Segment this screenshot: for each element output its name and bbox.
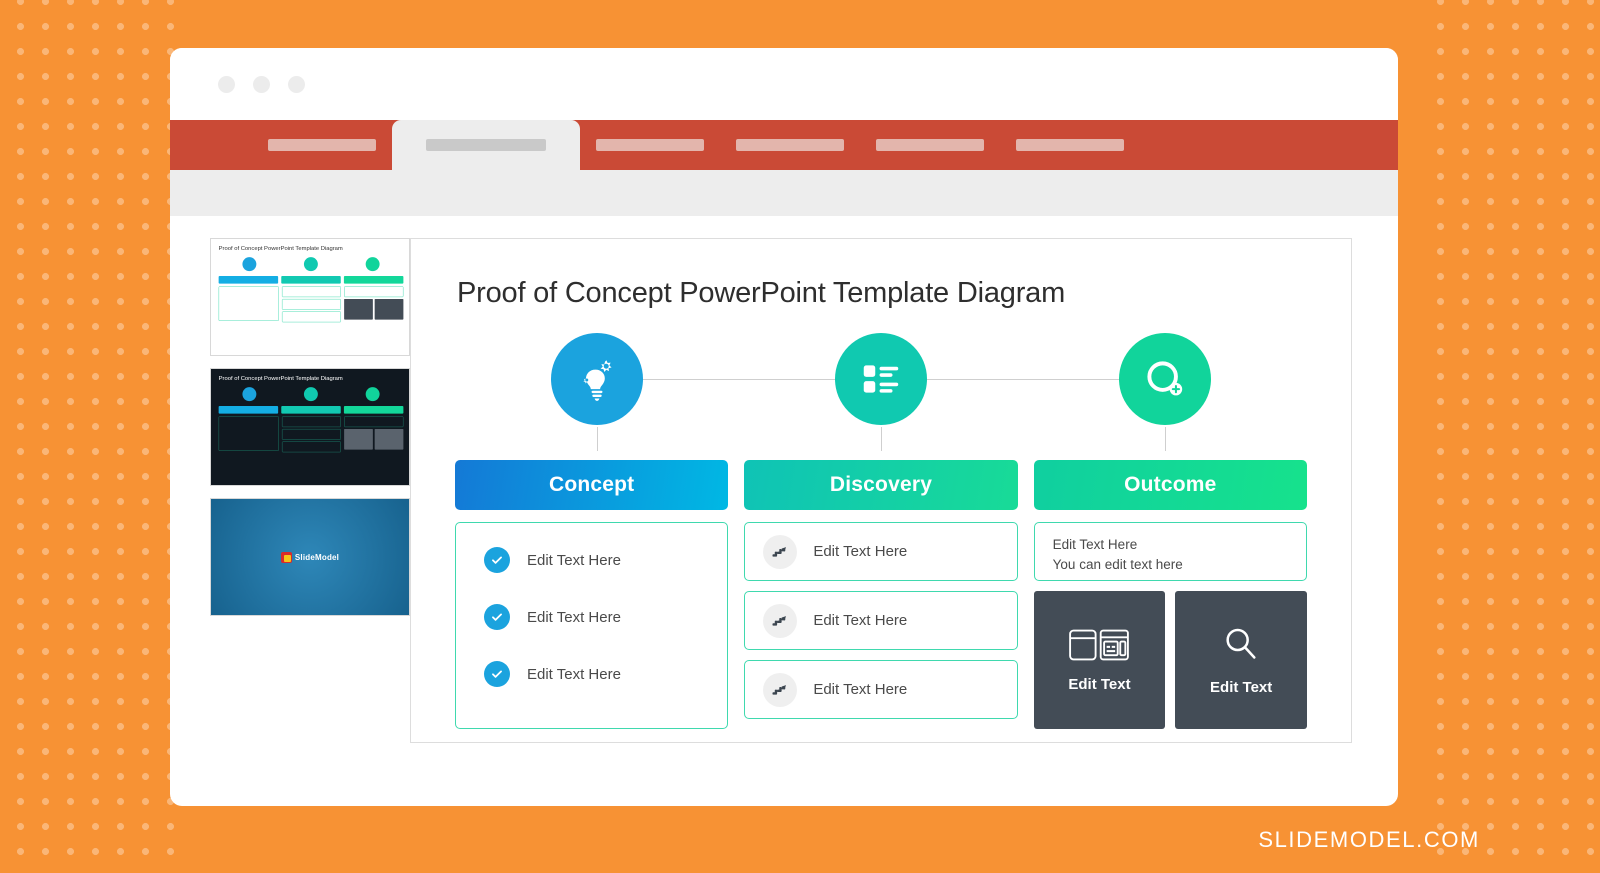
slide-thumbnail-1[interactable]: Proof of Concept PowerPoint Template Dia…: [210, 238, 410, 356]
stairs-arrow-icon: [763, 603, 798, 638]
check-circle-icon: [484, 604, 510, 630]
column-headers: Concept Discovery Outcome: [455, 460, 1307, 510]
outcome-text-line1: Edit Text Here: [1052, 537, 1138, 552]
column-concept: Edit Text Here Edit Text Here Edit Text …: [455, 522, 729, 729]
layout-windows-icon: [1069, 629, 1130, 660]
check-circle-icon: [484, 547, 510, 573]
header-discovery[interactable]: Discovery: [744, 460, 1018, 510]
column-discovery: Edit Text Here Edit Text Here Edit Text …: [744, 522, 1018, 729]
list-item[interactable]: Edit Text Here: [484, 661, 727, 687]
slide-canvas[interactable]: Proof of Concept PowerPoint Template Dia…: [410, 238, 1352, 743]
list-item-label: Edit Text Here: [527, 608, 621, 626]
check-icon: [492, 613, 502, 621]
browser-tab-1[interactable]: [252, 120, 392, 170]
outcome-card-label: Edit Text: [1210, 678, 1273, 696]
tabstrip-leading-space: [170, 120, 252, 170]
checklist-icon: [863, 365, 899, 393]
list-item-label: Edit Text Here: [527, 551, 621, 569]
column-outcome: Edit Text Here You can edit text here Ed…: [1033, 522, 1307, 729]
discovery-item-label: Edit Text Here: [813, 612, 908, 629]
list-item-label: Edit Text Here: [527, 665, 621, 683]
discovery-item-1[interactable]: Edit Text Here: [744, 522, 1018, 581]
discovery-item-3[interactable]: Edit Text Here: [744, 660, 1018, 719]
thumbnail-1-content: Proof of Concept PowerPoint Template Dia…: [211, 239, 409, 355]
check-icon: [492, 670, 502, 678]
tab-label-placeholder: [876, 139, 984, 151]
browser-tabstrip: [170, 120, 1398, 170]
header-concept[interactable]: Concept: [455, 460, 729, 510]
browser-tab-4[interactable]: [720, 120, 860, 170]
browser-tab-2-active[interactable]: [392, 120, 580, 170]
dot-pattern-left: [0, 0, 178, 873]
thumbnail-2-content: Proof of Concept PowerPoint Template Dia…: [211, 369, 409, 485]
slide-title: Proof of Concept PowerPoint Template Dia…: [457, 277, 1066, 309]
magnifier-plus-icon: [1147, 361, 1183, 396]
concept-panel[interactable]: Edit Text Here Edit Text Here Edit Text …: [455, 522, 729, 729]
stairs-glyph: [772, 684, 787, 695]
slidemodel-logo-text: SlideModel: [294, 552, 340, 562]
browser-titlebar: [170, 48, 1398, 120]
tab-label-placeholder: [736, 139, 844, 151]
outcome-text-box[interactable]: Edit Text Here You can edit text here: [1033, 522, 1307, 581]
list-item[interactable]: Edit Text Here: [484, 547, 727, 573]
discovery-item-2[interactable]: Edit Text Here: [744, 591, 1018, 650]
column-bodies: Edit Text Here Edit Text Here Edit Text …: [455, 522, 1307, 729]
slide-canvas-wrap: Proof of Concept PowerPoint Template Dia…: [410, 238, 1398, 776]
stem-connector-outcome: [1164, 427, 1166, 451]
stairs-arrow-icon: [763, 672, 798, 707]
icon-col-concept: [455, 324, 739, 434]
list-item[interactable]: Edit Text Here: [484, 604, 727, 630]
slidemodel-logo-mark: [280, 551, 292, 563]
outcome-text-line2: You can edit text here: [1052, 556, 1183, 572]
slide-thumbnail-3[interactable]: SlideModel: [210, 498, 410, 616]
discovery-icon-circle[interactable]: [835, 333, 927, 425]
close-dot[interactable]: [218, 75, 235, 93]
tab-label-placeholder: [596, 139, 704, 151]
check-circle-icon: [484, 661, 510, 687]
concept-icon-circle[interactable]: [551, 333, 643, 425]
browser-tab-5[interactable]: [860, 120, 1000, 170]
tab-label-placeholder: [426, 139, 546, 151]
outcome-card-2[interactable]: Edit Text: [1175, 591, 1307, 729]
tab-label-placeholder: [1016, 139, 1124, 151]
stairs-glyph: [772, 546, 787, 557]
stairs-glyph: [772, 615, 787, 626]
magnifier-icon: [1226, 628, 1256, 659]
browser-tab-3[interactable]: [580, 120, 720, 170]
minimize-dot[interactable]: [253, 75, 270, 93]
discovery-item-label: Edit Text Here: [813, 543, 908, 560]
maximize-dot[interactable]: [288, 75, 305, 93]
outcome-card-1[interactable]: Edit Text: [1033, 591, 1166, 729]
stairs-arrow-icon: [763, 534, 798, 569]
page-root: Proof of Concept PowerPoint Template Dia…: [0, 0, 1600, 873]
diagram-icon-row: [455, 324, 1307, 451]
thumbnail-title: Proof of Concept PowerPoint Template Dia…: [218, 374, 343, 382]
icon-col-outcome: [1023, 324, 1307, 434]
lightbulb-gears-icon: [583, 360, 612, 401]
slidemodel-logo: SlideModel: [280, 551, 340, 563]
footer-brand: SLIDEMODEL.COM: [1258, 827, 1480, 852]
thumbnail-title: Proof of Concept PowerPoint Template Dia…: [218, 244, 343, 252]
discovery-item-label: Edit Text Here: [813, 681, 908, 698]
browser-toolbar: [170, 170, 1398, 216]
check-icon: [492, 556, 502, 564]
browser-tab-6[interactable]: [1000, 120, 1140, 170]
editor-workspace: Proof of Concept PowerPoint Template Dia…: [170, 216, 1398, 776]
outcome-icon-circle[interactable]: [1119, 333, 1211, 425]
stem-connector-discovery: [881, 427, 882, 451]
browser-window: Proof of Concept PowerPoint Template Dia…: [170, 48, 1398, 806]
stem-connector-concept: [596, 427, 598, 451]
outcome-cards: Edit Text Edit Text: [1033, 591, 1307, 729]
header-outcome[interactable]: Outcome: [1033, 460, 1307, 510]
outcome-card-label: Edit Text: [1068, 675, 1131, 693]
tab-label-placeholder: [268, 139, 376, 151]
slide-thumbnail-rail: Proof of Concept PowerPoint Template Dia…: [170, 238, 410, 776]
dot-pattern-right: [1420, 0, 1600, 873]
icon-col-discovery: [739, 324, 1023, 434]
slide-thumbnail-2[interactable]: Proof of Concept PowerPoint Template Dia…: [210, 368, 410, 486]
